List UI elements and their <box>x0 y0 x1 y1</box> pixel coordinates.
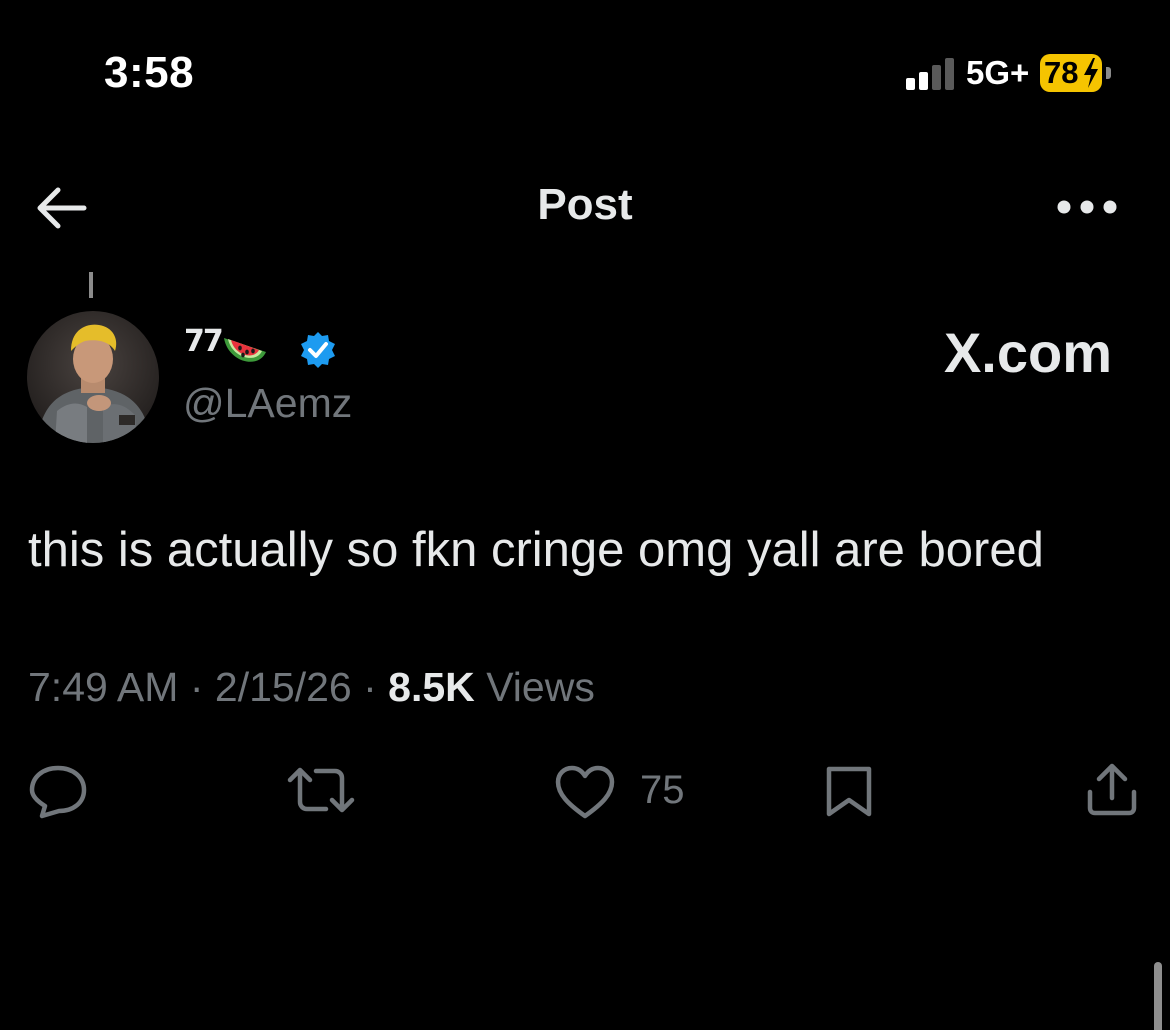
post-meta: 7:49 AM · 2/15/26 · 8.5K Views <box>28 664 595 711</box>
battery-indicator: 78 <box>1040 54 1111 92</box>
like-count: 75 <box>640 768 685 812</box>
more-horizontal-icon <box>1057 200 1117 214</box>
meta-separator: · <box>189 664 204 710</box>
verified-badge-icon <box>301 332 335 368</box>
avatar[interactable] <box>27 311 159 443</box>
repost-icon <box>287 767 355 813</box>
post-screen: 3:58 5G+ 78 Post 77 @LAemz X.com this is… <box>0 0 1170 1030</box>
post-time: 7:49 AM <box>28 664 179 710</box>
share-button[interactable] <box>1084 762 1140 818</box>
meta-separator: · <box>363 664 377 710</box>
scrollbar[interactable] <box>1154 962 1162 1030</box>
views-count[interactable]: 8.5K <box>388 664 475 710</box>
bookmark-icon <box>826 766 872 817</box>
post-date: 2/15/26 <box>214 664 352 710</box>
watermelon-icon <box>224 338 266 362</box>
signal-strength-icon <box>906 58 958 90</box>
repost-button[interactable] <box>286 766 356 814</box>
status-time: 3:58 <box>104 48 195 97</box>
charging-bolt-icon <box>1084 58 1098 88</box>
bookmark-button[interactable] <box>824 764 874 818</box>
reply-button[interactable] <box>28 764 88 820</box>
post-text: this is actually so fkn cringe omg yall … <box>28 523 1044 577</box>
like-button[interactable] <box>554 764 616 820</box>
battery-percent: 78 <box>1044 55 1079 90</box>
display-name: 77 <box>184 324 224 359</box>
share-icon <box>1087 763 1137 816</box>
reply-icon <box>29 765 87 819</box>
more-options-button[interactable] <box>1056 196 1118 218</box>
heart-icon <box>555 765 615 819</box>
views-label: Views <box>486 664 595 710</box>
author-handle[interactable]: @LAemz <box>183 380 352 427</box>
network-type: 5G+ <box>966 54 1030 91</box>
page-title: Post <box>537 180 633 229</box>
thread-connector-line <box>89 272 93 298</box>
source-label: X.com <box>943 321 1112 384</box>
